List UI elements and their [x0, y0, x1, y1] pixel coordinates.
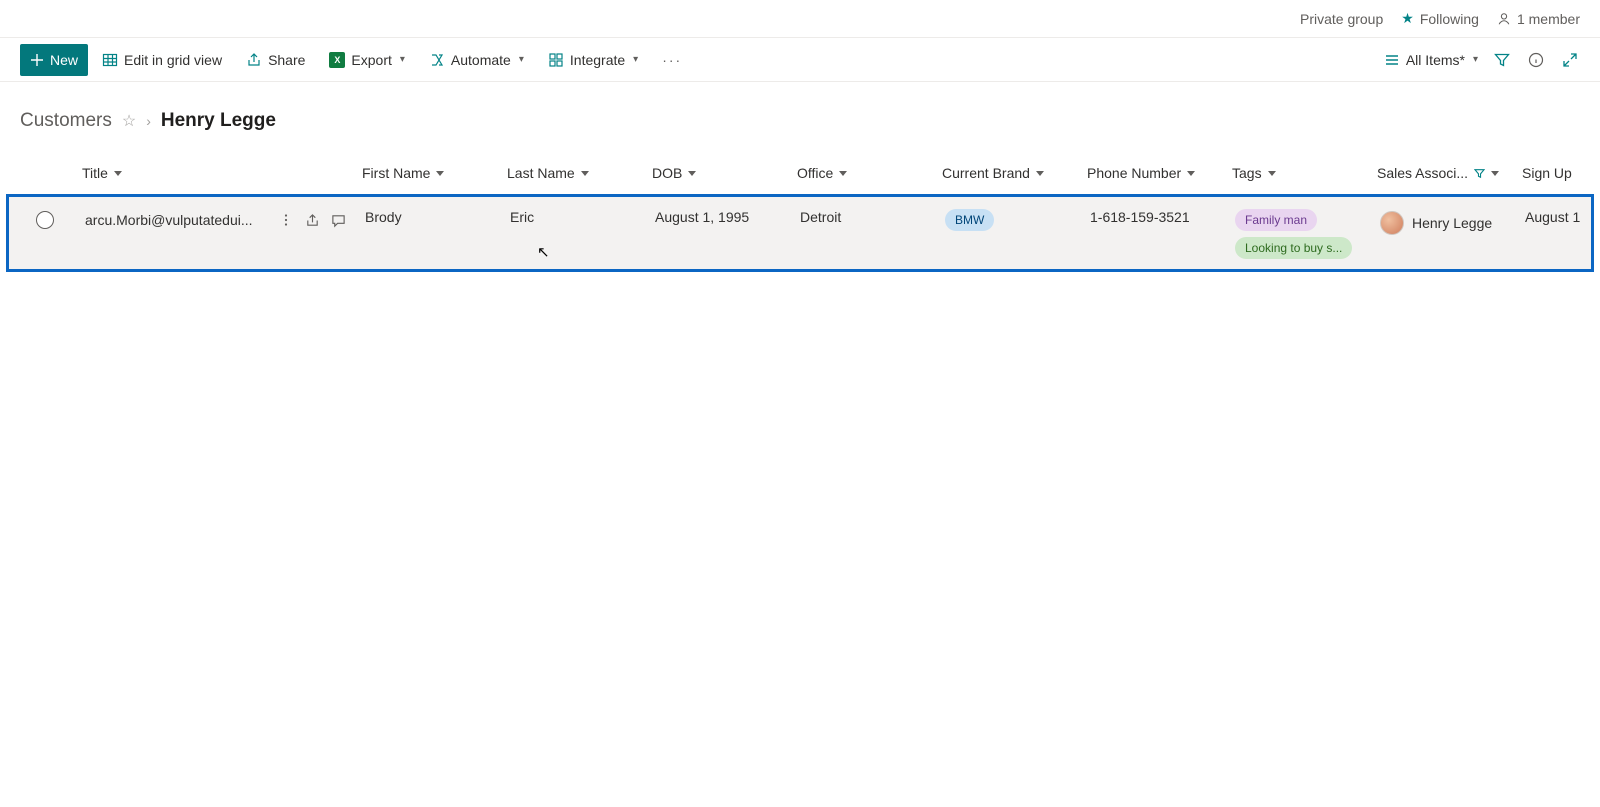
breadcrumb-separator-icon: ›: [146, 113, 151, 129]
column-header-tags[interactable]: Tags: [1224, 165, 1369, 181]
plus-icon: [30, 53, 44, 67]
grid-icon: [102, 52, 118, 68]
row-comment-icon[interactable]: [327, 209, 349, 231]
chevron-down-icon: [1268, 171, 1276, 176]
cell-office: Detroit: [800, 209, 841, 225]
edit-grid-button[interactable]: Edit in grid view: [92, 44, 232, 76]
filter-applied-icon: [1474, 168, 1485, 179]
cell-dob: August 1, 1995: [655, 209, 749, 225]
member-count-label: 1 member: [1517, 11, 1580, 27]
column-header-title[interactable]: Title: [74, 165, 354, 181]
favorite-star-icon[interactable]: ☆: [122, 111, 136, 131]
chevron-down-icon: [436, 171, 444, 176]
tag-badge: Looking to buy s...: [1235, 237, 1352, 259]
automate-button[interactable]: Automate ▾: [419, 44, 534, 76]
row-select-checkbox[interactable]: [36, 211, 54, 229]
tags-cell: Family man Looking to buy s...: [1235, 209, 1352, 259]
new-button[interactable]: New: [20, 44, 88, 76]
integrate-button[interactable]: Integrate ▾: [538, 44, 648, 76]
site-header: Private group ★ Following 1 member: [0, 0, 1600, 38]
associate-cell[interactable]: Henry Legge: [1380, 211, 1492, 235]
table-row[interactable]: arcu.Morbi@vulputatedui... Brody Eric Au…: [6, 194, 1594, 272]
share-label: Share: [268, 52, 305, 68]
cell-signup: August 1: [1525, 209, 1580, 225]
column-header-phone[interactable]: Phone Number: [1079, 165, 1224, 181]
chevron-down-icon: ▾: [400, 54, 405, 65]
chevron-down-icon: [114, 171, 122, 176]
breadcrumb-root[interactable]: Customers: [20, 110, 112, 132]
chevron-down-icon: [688, 171, 696, 176]
column-header-row: Title First Name Last Name DOB Office Cu…: [6, 152, 1594, 194]
export-button[interactable]: X Export ▾: [319, 44, 415, 76]
star-filled-icon: ★: [1401, 10, 1414, 27]
avatar: [1380, 211, 1404, 235]
integrate-icon: [548, 52, 564, 68]
column-header-first-name[interactable]: First Name: [354, 165, 499, 181]
excel-icon: X: [329, 52, 345, 68]
view-selector[interactable]: All Items* ▾: [1384, 52, 1478, 68]
chevron-down-icon: [1187, 171, 1195, 176]
command-bar: New Edit in grid view Share X Export ▾: [0, 38, 1600, 82]
row-share-icon[interactable]: [301, 209, 323, 231]
cursor-icon: ↖: [537, 243, 550, 261]
integrate-label: Integrate: [570, 52, 625, 68]
cell-last-name: Eric: [510, 209, 534, 225]
info-pane-button[interactable]: [1526, 50, 1546, 70]
chevron-down-icon: ▾: [519, 54, 524, 65]
expand-button[interactable]: [1560, 50, 1580, 70]
tag-badge: Family man: [1235, 209, 1317, 231]
column-header-associate[interactable]: Sales Associ...: [1369, 165, 1514, 181]
breadcrumb-current: Henry Legge: [161, 110, 276, 132]
flow-icon: [429, 52, 445, 68]
cell-phone: 1-618-159-3521: [1090, 209, 1190, 225]
share-icon: [246, 52, 262, 68]
automate-label: Automate: [451, 52, 511, 68]
cell-first-name: Brody: [365, 209, 402, 225]
following-label: Following: [1420, 11, 1479, 27]
chevron-down-icon: ▾: [633, 54, 638, 65]
chevron-down-icon: [1491, 171, 1499, 176]
privacy-label: Private group: [1300, 11, 1383, 27]
column-header-office[interactable]: Office: [789, 165, 934, 181]
breadcrumb: Customers ☆ › Henry Legge: [0, 82, 1600, 152]
new-label: New: [50, 52, 78, 68]
filter-pane-button[interactable]: [1492, 50, 1512, 70]
members-button[interactable]: 1 member: [1497, 11, 1580, 27]
following-toggle[interactable]: ★ Following: [1401, 10, 1479, 27]
associate-name: Henry Legge: [1412, 215, 1492, 231]
list-icon: [1384, 52, 1400, 68]
row-more-button[interactable]: [275, 209, 297, 231]
column-header-last-name[interactable]: Last Name: [499, 165, 644, 181]
column-header-brand[interactable]: Current Brand: [934, 165, 1079, 181]
brand-badge: BMW: [945, 209, 994, 231]
column-header-dob[interactable]: DOB: [644, 165, 789, 181]
overflow-button[interactable]: ···: [652, 44, 692, 76]
chevron-down-icon: ▾: [1473, 54, 1478, 65]
edit-grid-label: Edit in grid view: [124, 52, 222, 68]
view-name-label: All Items*: [1406, 52, 1465, 68]
chevron-down-icon: [1036, 171, 1044, 176]
list-view: Title First Name Last Name DOB Office Cu…: [6, 152, 1594, 272]
export-label: Export: [351, 52, 391, 68]
more-icon: ···: [662, 52, 682, 68]
cell-title[interactable]: arcu.Morbi@vulputatedui...: [85, 212, 271, 228]
chevron-down-icon: [581, 171, 589, 176]
chevron-down-icon: [839, 171, 847, 176]
person-icon: [1497, 12, 1511, 26]
column-header-signup[interactable]: Sign Up: [1514, 165, 1600, 181]
share-button[interactable]: Share: [236, 44, 315, 76]
